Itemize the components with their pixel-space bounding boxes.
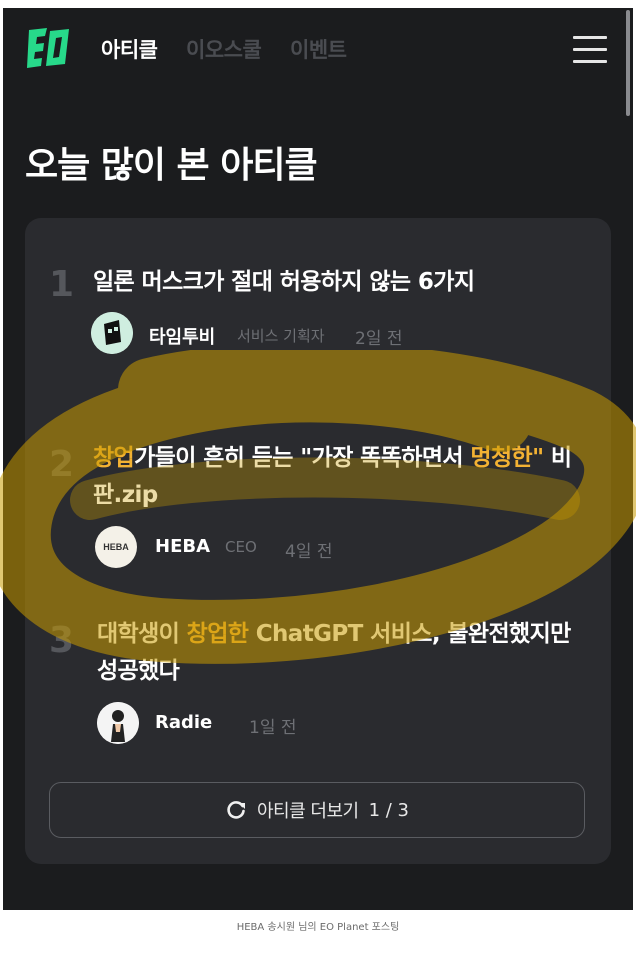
- more-button-label: 아티클 더보기: [256, 801, 359, 822]
- author-name[interactable]: 타임투비: [149, 323, 215, 349]
- title-text: 대학생이: [97, 621, 187, 647]
- tab-eo-school[interactable]: 이오스쿨: [186, 34, 262, 64]
- author-role: 서비스 기획자: [237, 327, 325, 345]
- refresh-icon: [227, 801, 245, 819]
- article-rank: 1: [49, 264, 75, 305]
- author-avatar[interactable]: [97, 702, 139, 744]
- article-title[interactable]: 대학생이 창업한 ChatGPT 서비스, 불완전했지만 성공했다: [97, 616, 597, 690]
- title-highlight: 멍청한": [470, 445, 544, 471]
- article-rank: 3: [49, 620, 75, 661]
- author-name[interactable]: Radie: [155, 712, 212, 733]
- title-highlight: 창업한: [186, 621, 249, 647]
- tab-events[interactable]: 이벤트: [290, 34, 347, 64]
- article-title[interactable]: 창업가들이 흔히 듣는 "가장 똑똑하면서 멍청한" 비판.zip: [93, 440, 593, 514]
- popular-articles-card: 1 일론 머스크가 절대 허용하지 않는 6가지 타임투비 서비스 기획자 2일…: [25, 218, 611, 864]
- article-time: 4일 전: [285, 542, 333, 562]
- image-caption: HEBA 송시원 님의 EO Planet 포스팅: [236, 922, 400, 933]
- tab-articles[interactable]: 아티클: [101, 34, 158, 64]
- title-text: 가들이 흔히 듣는 "가장 똑똑하면서: [134, 445, 471, 471]
- avatar-illustration-icon: [91, 312, 133, 354]
- more-button-content: 아티클 더보기 1 / 3: [50, 783, 584, 837]
- avatar-logo-text: HEBA: [103, 542, 129, 552]
- avatar-person-icon: [97, 702, 139, 744]
- hamburger-menu-icon[interactable]: [573, 36, 607, 64]
- page-indicator: 1 / 3: [368, 799, 409, 821]
- article-title[interactable]: 일론 머스크가 절대 허용하지 않는 6가지: [93, 264, 593, 301]
- top-nav: 아티클 이오스쿨 이벤트: [3, 8, 633, 92]
- author-role: CEO: [225, 538, 257, 556]
- title-highlight: 창업: [93, 445, 135, 471]
- more-articles-button[interactable]: 아티클 더보기 1 / 3: [49, 782, 585, 838]
- section-title: 오늘 많이 본 아티클: [25, 145, 318, 186]
- article-time: 1일 전: [249, 718, 297, 738]
- author-name[interactable]: HEBA: [155, 536, 210, 557]
- author-avatar[interactable]: HEBA: [95, 526, 137, 568]
- article-rank: 2: [49, 444, 75, 485]
- eo-logo-icon[interactable]: [25, 26, 71, 70]
- author-avatar[interactable]: [91, 312, 133, 354]
- app-screen: 아티클 이오스쿨 이벤트 오늘 많이 본 아티클 1 일론 머스크가 절대 허용…: [3, 8, 633, 910]
- article-time: 2일 전: [355, 329, 403, 349]
